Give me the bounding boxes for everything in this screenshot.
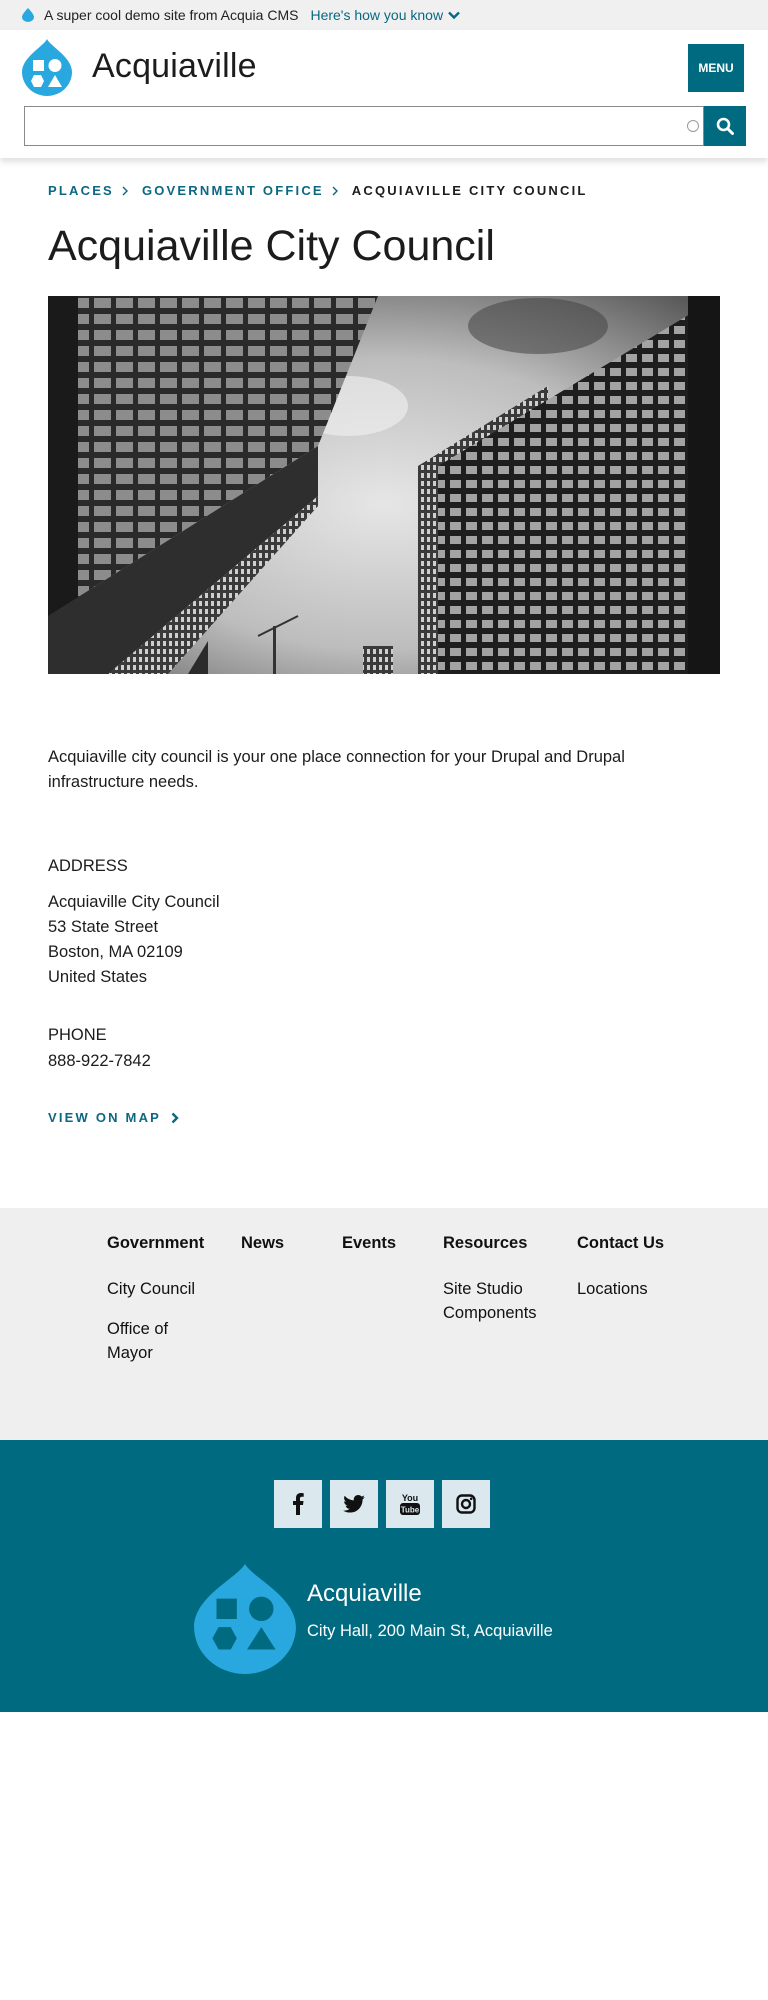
banner-how-you-know-link[interactable]: Here's how you know bbox=[310, 7, 460, 23]
site-name[interactable]: Acquiaville bbox=[92, 47, 257, 86]
breadcrumb: PLACES GOVERNMENT OFFICE ACQUIAVILLE CIT… bbox=[48, 183, 588, 198]
site-banner: A super cool demo site from Acquia CMS H… bbox=[0, 0, 768, 30]
breadcrumb-places-link[interactable]: PLACES bbox=[48, 183, 114, 198]
chevron-right-icon bbox=[122, 186, 128, 195]
footer-heading[interactable]: Contact Us bbox=[577, 1234, 664, 1253]
facebook-link[interactable] bbox=[274, 1480, 322, 1528]
phone-label: PHONE bbox=[48, 1026, 107, 1044]
footer-heading[interactable]: Government bbox=[107, 1234, 217, 1253]
breadcrumb-government-office-link[interactable]: GOVERNMENT OFFICE bbox=[142, 183, 324, 198]
loading-spinner-icon bbox=[687, 120, 699, 132]
footer-logo[interactable] bbox=[194, 1564, 296, 1674]
youtube-link[interactable]: You Tube bbox=[386, 1480, 434, 1528]
footer-navigation: Government City Council Office of Mayor … bbox=[0, 1208, 768, 1440]
footer-link-office-of-mayor[interactable]: Office of Mayor bbox=[107, 1317, 217, 1365]
address-label: ADDRESS bbox=[48, 857, 128, 875]
footer-column-government: Government City Council Office of Mayor bbox=[107, 1234, 217, 1365]
chevron-right-icon bbox=[332, 186, 338, 195]
footer-link-city-council[interactable]: City Council bbox=[107, 1277, 217, 1301]
search-icon bbox=[716, 117, 734, 135]
hero-image bbox=[48, 296, 720, 674]
youtube-icon: You Tube bbox=[400, 1493, 420, 1515]
twitter-icon bbox=[343, 1495, 365, 1513]
search-button[interactable] bbox=[704, 106, 746, 146]
footer-column-contact-us: Contact Us Locations bbox=[577, 1234, 664, 1301]
footer-address: City Hall, 200 Main St, Acquiaville bbox=[307, 1622, 553, 1640]
banner-message: A super cool demo site from Acquia CMS bbox=[44, 7, 299, 23]
site-footer: You Tube Acquiaville City Hall, 200 Main… bbox=[0, 1440, 768, 1712]
search-input[interactable] bbox=[24, 106, 704, 146]
footer-column-news: News bbox=[241, 1234, 284, 1253]
svg-text:You: You bbox=[402, 1493, 418, 1503]
footer-column-events: Events bbox=[342, 1234, 396, 1253]
view-on-map-label: VIEW ON MAP bbox=[48, 1110, 162, 1125]
footer-heading[interactable]: Resources bbox=[443, 1234, 563, 1253]
instagram-link[interactable] bbox=[442, 1480, 490, 1528]
address-line: Boston, MA 02109 bbox=[48, 943, 183, 961]
site-logo[interactable] bbox=[22, 39, 72, 97]
banner-link-label: Here's how you know bbox=[310, 7, 444, 23]
address-line: Acquiaville City Council bbox=[48, 893, 220, 911]
footer-link-locations[interactable]: Locations bbox=[577, 1277, 664, 1301]
menu-button[interactable]: MENU bbox=[688, 44, 744, 92]
footer-heading[interactable]: Events bbox=[342, 1234, 396, 1253]
address-line: 53 State Street bbox=[48, 918, 159, 936]
facebook-icon bbox=[293, 1493, 304, 1515]
view-on-map-link[interactable]: VIEW ON MAP bbox=[48, 1110, 179, 1125]
intro-text: Acquiaville city council is your one pla… bbox=[48, 748, 625, 791]
chevron-down-icon bbox=[448, 11, 460, 19]
page-title: Acquiaville City Council bbox=[48, 222, 495, 270]
instagram-icon bbox=[456, 1494, 476, 1514]
phone-number[interactable]: 888-922-7842 bbox=[48, 1052, 151, 1071]
address-line: United States bbox=[48, 968, 148, 986]
footer-link-site-studio-components[interactable]: Site Studio Components bbox=[443, 1277, 563, 1325]
svg-text:Tube: Tube bbox=[401, 1506, 420, 1515]
chevron-right-icon bbox=[171, 1112, 179, 1123]
footer-heading[interactable]: News bbox=[241, 1234, 284, 1253]
address-block: Acquiaville City Council 53 State Street… bbox=[48, 890, 220, 990]
site-header: Acquiaville MENU bbox=[0, 30, 768, 158]
drop-icon bbox=[22, 8, 34, 22]
footer-site-name: Acquiaville bbox=[307, 1580, 422, 1607]
footer-column-resources: Resources Site Studio Components bbox=[443, 1234, 563, 1325]
breadcrumb-current: ACQUIAVILLE CITY COUNCIL bbox=[351, 183, 588, 198]
twitter-link[interactable] bbox=[330, 1480, 378, 1528]
